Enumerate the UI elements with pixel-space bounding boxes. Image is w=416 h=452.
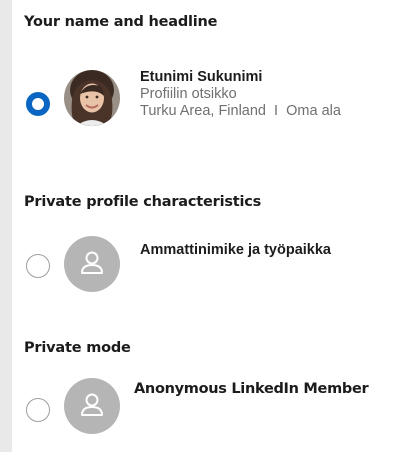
section-title-name-headline: Your name and headline — [24, 14, 218, 30]
person-placeholder-icon — [81, 393, 103, 416]
radio-private-characteristics[interactable] — [26, 254, 50, 278]
radio-private-mode[interactable] — [26, 398, 50, 422]
person-placeholder-icon — [81, 251, 103, 274]
section-title-private-characteristics: Private profile characteristics — [24, 194, 262, 210]
member-name: Etunimi Sukunimi — [140, 69, 263, 85]
profile-visibility-panel: Your name and headline Etunimi Sukunimi … — [12, 0, 416, 452]
radio-name-headline[interactable] — [26, 92, 50, 116]
placeholder-avatar — [64, 378, 120, 434]
profile-photo-avatar — [64, 70, 120, 126]
placeholder-avatar — [64, 236, 120, 292]
anonymous-member-name: Anonymous LinkedIn Member — [134, 381, 369, 397]
member-location: Turku Area, Finland I Oma ala — [140, 103, 341, 119]
private-characteristics-text: Ammattinimike ja työpaikka — [140, 242, 331, 258]
name-headline-text: Etunimi Sukunimi Profiilin otsikko Turku… — [140, 68, 341, 120]
member-headline: Profiilin otsikko — [140, 86, 237, 102]
section-title-private-mode: Private mode — [24, 340, 131, 356]
profile-photo — [64, 70, 120, 126]
private-mode-text: Anonymous LinkedIn Member — [134, 381, 369, 397]
member-title-company: Ammattinimike ja työpaikka — [140, 242, 331, 258]
